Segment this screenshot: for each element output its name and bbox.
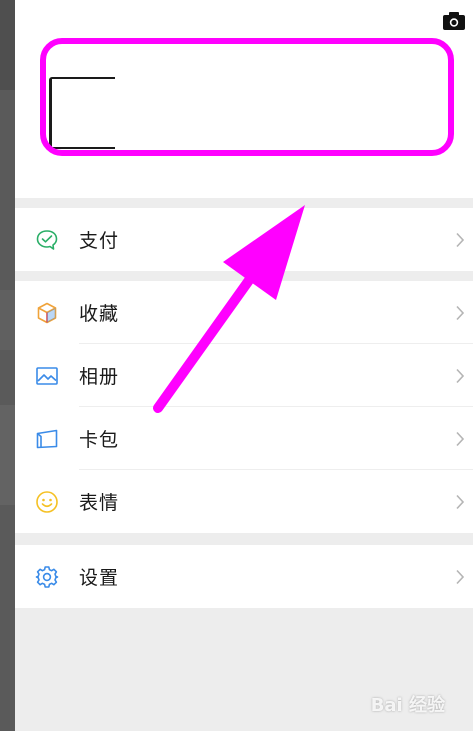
menu-group-pay: 支付 [15,208,473,271]
menu-item-label: 卡包 [79,429,120,451]
screenshot: 支付 收藏 相册 卡包 表情 设置 Bai 经验 [0,0,473,731]
photo-icon [34,363,60,389]
menu-item-label: 设置 [79,567,120,589]
side-drawer: 支付 收藏 相册 卡包 表情 设置 [15,0,473,731]
menu-item-label: 支付 [79,230,120,252]
menu-item-album[interactable]: 相册 [15,344,473,407]
menu-item-favorites[interactable]: 收藏 [15,281,473,344]
menu-item-settings[interactable]: 设置 [15,545,473,608]
menu-item-label: 表情 [79,492,120,514]
menu-group-main: 收藏 相册 卡包 表情 [15,281,473,533]
highlight-annotation [40,38,454,156]
chevron-right-icon [456,305,465,320]
chevron-right-icon [456,569,465,584]
card-icon [34,426,60,452]
watermark: Bai 经验 [370,695,445,716]
profile-header[interactable] [15,0,473,198]
chevron-right-icon [456,494,465,509]
camera-icon[interactable] [443,12,465,30]
wallet-icon [34,227,60,253]
gear-icon [34,564,60,590]
chevron-right-icon [456,232,465,247]
cube-icon [34,300,60,326]
menu-item-pay[interactable]: 支付 [15,208,473,271]
menu-group-settings: 设置 [15,545,473,608]
menu-item-label: 相册 [79,366,120,388]
underlying-screen-edge [0,0,15,731]
menu-item-stickers[interactable]: 表情 [15,470,473,533]
menu-item-label: 收藏 [79,303,120,325]
smiley-icon [34,489,60,515]
menu-item-cards[interactable]: 卡包 [15,407,473,470]
chevron-right-icon [456,368,465,383]
chevron-right-icon [456,431,465,446]
